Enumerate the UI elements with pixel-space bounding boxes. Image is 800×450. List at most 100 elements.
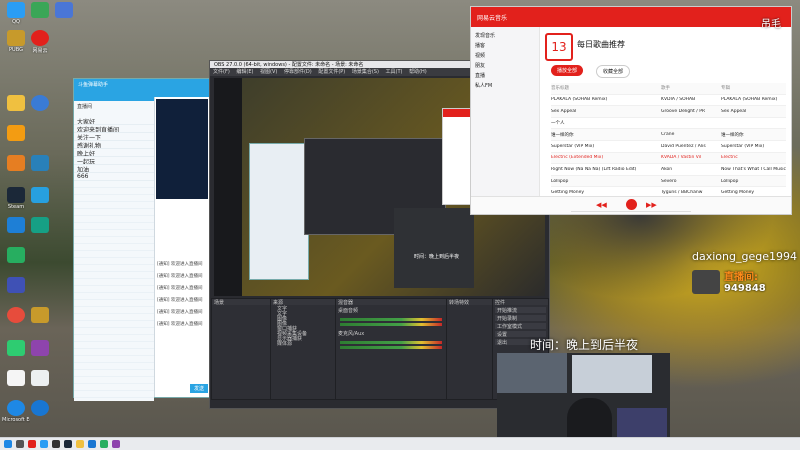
list-item[interactable]: 欢迎来到直播间: [74, 125, 154, 133]
desktop-icon-pubg2[interactable]: [26, 307, 54, 324]
desktop-icon-app4[interactable]: [26, 155, 54, 172]
preview-camera: [394, 208, 474, 288]
desktop-icon-netease[interactable]: 网易云: [26, 30, 54, 54]
player-bar: ◀◀ ▶▶: [471, 196, 791, 214]
nav-item[interactable]: 直播: [475, 71, 535, 81]
sources-dock: 来源 文字 文字 图像 图像 窗口捕获 视频采集设备 显示器捕获 媒体源: [270, 298, 336, 400]
list-item[interactable]: 加油: [74, 165, 154, 173]
desktop-icon-app11[interactable]: [26, 340, 54, 357]
music-window[interactable]: 网易云音乐 发现音乐 播客 视频 朋友 直播 私人FM 13 每日歌曲推荐 播放…: [470, 6, 792, 215]
list-item[interactable]: 一起玩: [74, 157, 154, 165]
transitions-dock: 转场特效: [446, 298, 493, 400]
table-row[interactable]: 谁一样的你 Crane 谁一样的你: [551, 129, 786, 141]
next-icon[interactable]: ▶▶: [646, 201, 657, 209]
table-header: 音乐标题 歌手 专辑: [551, 83, 786, 95]
start-icon[interactable]: [4, 440, 12, 448]
table-row[interactable]: Superstar (VIP Mix) David Puentez / Alis S…: [551, 141, 786, 153]
room-number: 949848: [724, 283, 766, 294]
desktop-icon-app2[interactable]: [2, 125, 30, 142]
desktop-icon-app8[interactable]: [2, 277, 30, 294]
chat-panel: [通知] 欢迎进入直播间 [通知] 欢迎进入直播间 [通知] 欢迎进入直播间 […: [154, 97, 210, 397]
music-app-name: 网易云音乐: [477, 15, 508, 22]
avatar: [692, 270, 720, 294]
menu-view[interactable]: 视图(V): [260, 69, 277, 75]
message-item: [通知] 欢迎进入直播间: [157, 322, 203, 327]
message-item: [通知] 欢迎进入直播间: [157, 262, 203, 267]
desktop-icon-app7[interactable]: [2, 247, 30, 264]
taskbar-app[interactable]: [16, 440, 24, 448]
taskbar: [0, 437, 800, 450]
table-row[interactable]: 一个人: [551, 118, 786, 130]
calendar-icon: 13: [545, 33, 573, 61]
table-row[interactable]: PLAKALA (SOHAB Remix) KVDIA / SOHAB PLAKAL…: [551, 95, 786, 107]
desktop-icon-app5[interactable]: [26, 187, 54, 204]
taskbar-app[interactable]: [40, 440, 48, 448]
message-item: [通知] 欢迎进入直播间: [157, 298, 203, 303]
play-pause-icon[interactable]: [626, 199, 637, 210]
play-all-button[interactable]: 播放全部: [551, 65, 584, 76]
table-row[interactable]: Sex Appeal Groove Delight / PR Sex Appeal: [551, 106, 786, 118]
list-item[interactable]: 晚上好: [74, 149, 154, 157]
nav-item[interactable]: 视频: [475, 51, 535, 61]
start-recording-button[interactable]: 开始录制: [495, 315, 546, 322]
menu-edit[interactable]: 编辑(E): [236, 69, 253, 75]
music-sidebar: 发现音乐 播客 视频 朋友 直播 私人FM: [471, 27, 540, 197]
schedule-text: 时间：晚上到后半夜: [530, 338, 639, 352]
message-item: [通知] 欢迎进入直播间: [157, 274, 203, 279]
table-row-playing[interactable]: Electric (Extended Mix) KVADA / Vastin Vi…: [551, 152, 786, 165]
audio-meter: [340, 318, 442, 321]
corner-text: 吊毛: [761, 19, 781, 30]
streamer-name: daxiong_gege1994: [692, 250, 797, 263]
user-list: 大家好 欢迎来到直播间 关注一下 感谢礼物 晚上好 一起玩 加油 666: [74, 117, 154, 401]
mixer-track: 麦克风/Aux: [338, 331, 365, 337]
desktop-icon-browser[interactable]: [50, 2, 78, 19]
menu-scene-collection[interactable]: 场景集合(S): [352, 69, 379, 75]
taskbar-app[interactable]: [52, 440, 60, 448]
desktop-icon-chrome[interactable]: [26, 95, 54, 112]
taskbar-app[interactable]: [88, 440, 96, 448]
start-streaming-button[interactable]: 开始推流: [495, 307, 546, 314]
preview-danmu: [249, 143, 309, 280]
message-item: [通知] 欢迎进入直播间: [157, 310, 203, 315]
send-button[interactable]: 发送: [189, 384, 208, 393]
prev-icon[interactable]: ◀◀: [596, 201, 607, 209]
room-label: 直播间:: [724, 272, 758, 283]
menu-profile[interactable]: 配置文件(P): [318, 69, 345, 75]
desktop-icon-app6[interactable]: [26, 217, 54, 234]
taskbar-app[interactable]: [64, 440, 72, 448]
danmu-window[interactable]: 斗鱼弹幕助手 直播间 大家好 欢迎来到直播间 关注一下 感谢礼物 晚上好 一起玩…: [73, 78, 210, 401]
studio-mode-button[interactable]: 工作室模式: [495, 323, 546, 330]
track-table: 音乐标题 歌手 专辑 PLAKALA (SOHAB Remix) KVDIA / SO…: [551, 83, 786, 199]
list-item[interactable]: 666: [74, 173, 154, 181]
source-item[interactable]: 媒体源: [271, 340, 335, 347]
nav-item[interactable]: 播客: [475, 41, 535, 51]
table-row[interactable]: Lollipop Severo Lollipop: [551, 175, 786, 188]
nav-item[interactable]: 私人FM: [475, 81, 535, 91]
live-banner: [156, 99, 208, 199]
room-badge: 直播间: 949848: [692, 266, 797, 300]
list-item[interactable]: 大家好: [74, 117, 154, 125]
desktop-icon-app14[interactable]: [26, 400, 54, 417]
desktop-icon-app13[interactable]: [26, 370, 54, 387]
taskbar-app[interactable]: [100, 440, 108, 448]
taskbar-app[interactable]: [76, 440, 84, 448]
collect-button[interactable]: 收藏全部: [596, 65, 631, 78]
list-item[interactable]: 感谢礼物: [74, 141, 154, 149]
taskbar-app[interactable]: [28, 440, 36, 448]
menu-docks[interactable]: 停靠部件(D): [284, 69, 312, 75]
audio-meter: [340, 341, 442, 344]
music-header: 网易云音乐: [471, 7, 791, 27]
nav-item[interactable]: 发现音乐: [475, 31, 535, 41]
table-row[interactable]: Right Now (Na Na Na) (Lift Radio Edit) Ak…: [551, 164, 786, 176]
list-item[interactable]: 关注一下: [74, 133, 154, 141]
nav-item[interactable]: 朋友: [475, 61, 535, 71]
menu-file[interactable]: 文件(F): [213, 69, 230, 75]
audio-meter: [340, 346, 442, 349]
progress-bar[interactable]: [571, 211, 691, 212]
mixer-dock: 混音器 桌面音频 麦克风/Aux: [335, 298, 447, 400]
menu-tools[interactable]: 工具(T): [386, 69, 403, 75]
taskbar-app[interactable]: [112, 440, 120, 448]
webcam-feed: [497, 353, 670, 450]
mixer-track: 桌面音频: [338, 308, 359, 314]
menu-help[interactable]: 帮助(H): [409, 69, 427, 75]
